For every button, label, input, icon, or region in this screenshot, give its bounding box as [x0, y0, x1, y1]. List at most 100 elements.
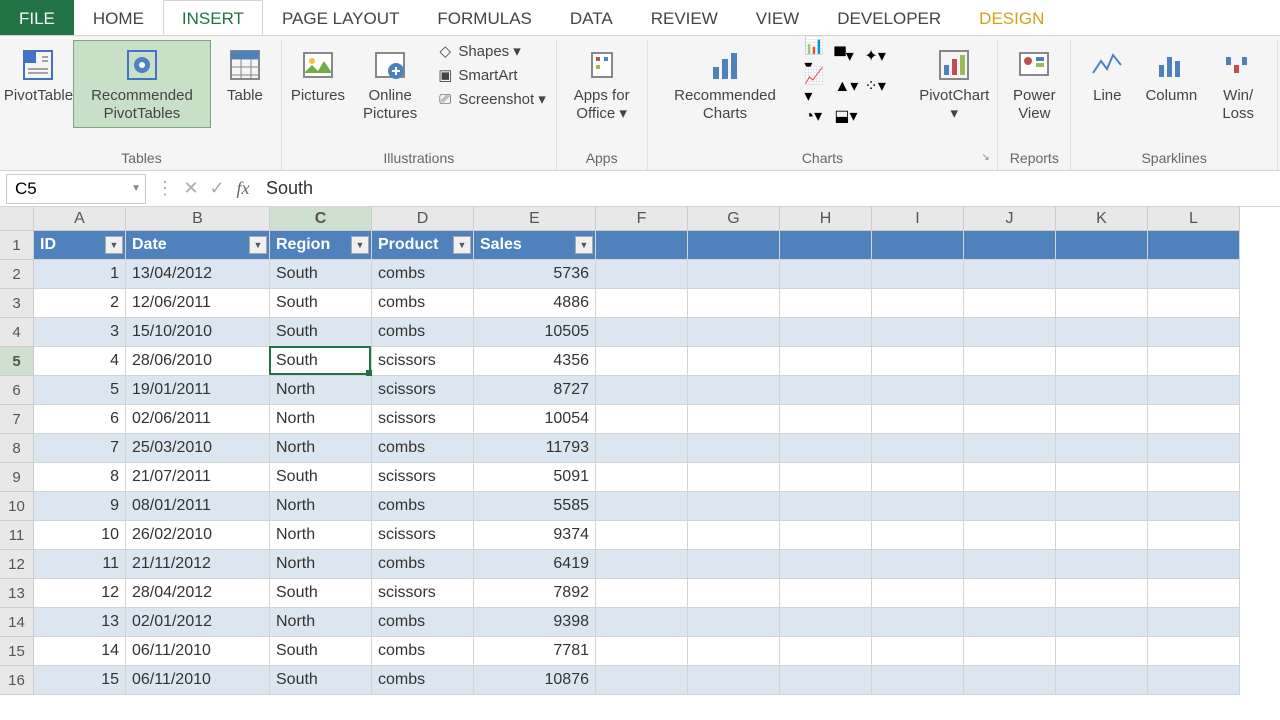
cell[interactable]	[1148, 405, 1240, 434]
tab-page-layout[interactable]: PAGE LAYOUT	[263, 0, 418, 35]
cell[interactable]	[596, 376, 688, 405]
cell[interactable]: 5	[34, 376, 126, 405]
cell[interactable]	[688, 550, 780, 579]
filter-dropdown-icon[interactable]: ▼	[249, 236, 267, 254]
cell[interactable]	[872, 347, 964, 376]
table-header-cell[interactable]	[964, 231, 1056, 260]
cell[interactable]	[872, 463, 964, 492]
cell[interactable]: North	[270, 608, 372, 637]
cell[interactable]	[596, 260, 688, 289]
cell[interactable]	[1056, 434, 1148, 463]
cell[interactable]: South	[270, 579, 372, 608]
tab-file[interactable]: FILE	[0, 0, 74, 35]
sparkline-winloss-button[interactable]: Win/ Loss	[1205, 40, 1271, 128]
select-all-corner[interactable]	[0, 207, 34, 231]
tab-insert[interactable]: INSERT	[163, 0, 263, 35]
cell[interactable]	[1148, 260, 1240, 289]
cell[interactable]: 7	[34, 434, 126, 463]
row-header-9[interactable]: 9	[0, 463, 34, 492]
tab-review[interactable]: REVIEW	[632, 0, 737, 35]
pivottable-button[interactable]: PivotTable	[8, 40, 69, 128]
cell[interactable]: 9	[34, 492, 126, 521]
cell[interactable]	[1056, 579, 1148, 608]
cell[interactable]: South	[270, 637, 372, 666]
filter-dropdown-icon[interactable]: ▼	[453, 236, 471, 254]
cell[interactable]	[688, 347, 780, 376]
row-header-16[interactable]: 16	[0, 666, 34, 695]
cell[interactable]	[964, 550, 1056, 579]
recommended-charts-button[interactable]: Recommended Charts	[654, 40, 797, 132]
cell[interactable]: 28/04/2012	[126, 579, 270, 608]
cell[interactable]: 9398	[474, 608, 596, 637]
row-header-6[interactable]: 6	[0, 376, 34, 405]
cell[interactable]: 2	[34, 289, 126, 318]
cell[interactable]	[688, 521, 780, 550]
cell[interactable]	[688, 376, 780, 405]
cell[interactable]	[1148, 521, 1240, 550]
cells[interactable]: ID▼Date▼Region▼Product▼Sales▼113/04/2012…	[34, 231, 1240, 695]
row-header-3[interactable]: 3	[0, 289, 34, 318]
tab-view[interactable]: VIEW	[737, 0, 818, 35]
table-header-cell[interactable]: Product▼	[372, 231, 474, 260]
cell[interactable]	[780, 318, 872, 347]
tab-home[interactable]: HOME	[74, 0, 163, 35]
cell[interactable]	[1148, 318, 1240, 347]
column-header-G[interactable]: G	[688, 207, 780, 231]
charts-dialog-launcher-icon[interactable]: ↘	[981, 152, 995, 166]
cell[interactable]: 02/01/2012	[126, 608, 270, 637]
cell[interactable]	[964, 318, 1056, 347]
cell[interactable]	[596, 289, 688, 318]
column-header-C[interactable]: C	[270, 207, 372, 231]
cell[interactable]	[872, 376, 964, 405]
cell[interactable]: North	[270, 492, 372, 521]
screenshot-button[interactable]: ⎚Screenshot ▾	[432, 88, 549, 110]
cell[interactable]: combs	[372, 550, 474, 579]
table-button[interactable]: Table	[215, 40, 275, 128]
cancel-formula-icon[interactable]: ✕	[178, 176, 204, 202]
cell[interactable]	[1148, 434, 1240, 463]
cell[interactable]	[1056, 376, 1148, 405]
column-header-K[interactable]: K	[1056, 207, 1148, 231]
cell[interactable]	[1056, 666, 1148, 695]
cell[interactable]	[596, 579, 688, 608]
column-header-B[interactable]: B	[126, 207, 270, 231]
column-header-I[interactable]: I	[872, 207, 964, 231]
column-header-F[interactable]: F	[596, 207, 688, 231]
row-header-4[interactable]: 4	[0, 318, 34, 347]
cell[interactable]	[964, 347, 1056, 376]
insert-function-icon[interactable]: fx	[230, 176, 256, 202]
name-box[interactable]: C5▼	[6, 174, 146, 204]
cell[interactable]: South	[270, 463, 372, 492]
cell[interactable]: 8727	[474, 376, 596, 405]
row-header-1[interactable]: 1	[0, 231, 34, 260]
cell[interactable]	[688, 405, 780, 434]
cell[interactable]: combs	[372, 666, 474, 695]
cell[interactable]	[596, 405, 688, 434]
column-chart-icon[interactable]: 📊▾	[804, 44, 828, 68]
cell[interactable]	[780, 260, 872, 289]
online-pictures-button[interactable]: Online Pictures	[352, 40, 428, 128]
cell[interactable]: 13	[34, 608, 126, 637]
cell[interactable]: North	[270, 434, 372, 463]
recommended-pivottables-button[interactable]: Recommended PivotTables	[73, 40, 211, 128]
cell[interactable]	[1148, 492, 1240, 521]
cell[interactable]: 10505	[474, 318, 596, 347]
cell[interactable]	[964, 666, 1056, 695]
cell[interactable]	[964, 637, 1056, 666]
cell[interactable]	[596, 347, 688, 376]
cell[interactable]	[1056, 260, 1148, 289]
cell[interactable]	[872, 289, 964, 318]
cell[interactable]	[688, 463, 780, 492]
row-header-12[interactable]: 12	[0, 550, 34, 579]
row-header-7[interactable]: 7	[0, 405, 34, 434]
cell[interactable]	[596, 434, 688, 463]
cell[interactable]	[1056, 550, 1148, 579]
row-header-5[interactable]: 5	[0, 347, 34, 376]
cell[interactable]	[872, 318, 964, 347]
cell[interactable]	[964, 463, 1056, 492]
cell[interactable]	[1148, 608, 1240, 637]
table-header-cell[interactable]	[1148, 231, 1240, 260]
cell[interactable]	[688, 260, 780, 289]
cell[interactable]	[688, 434, 780, 463]
cell[interactable]: scissors	[372, 521, 474, 550]
